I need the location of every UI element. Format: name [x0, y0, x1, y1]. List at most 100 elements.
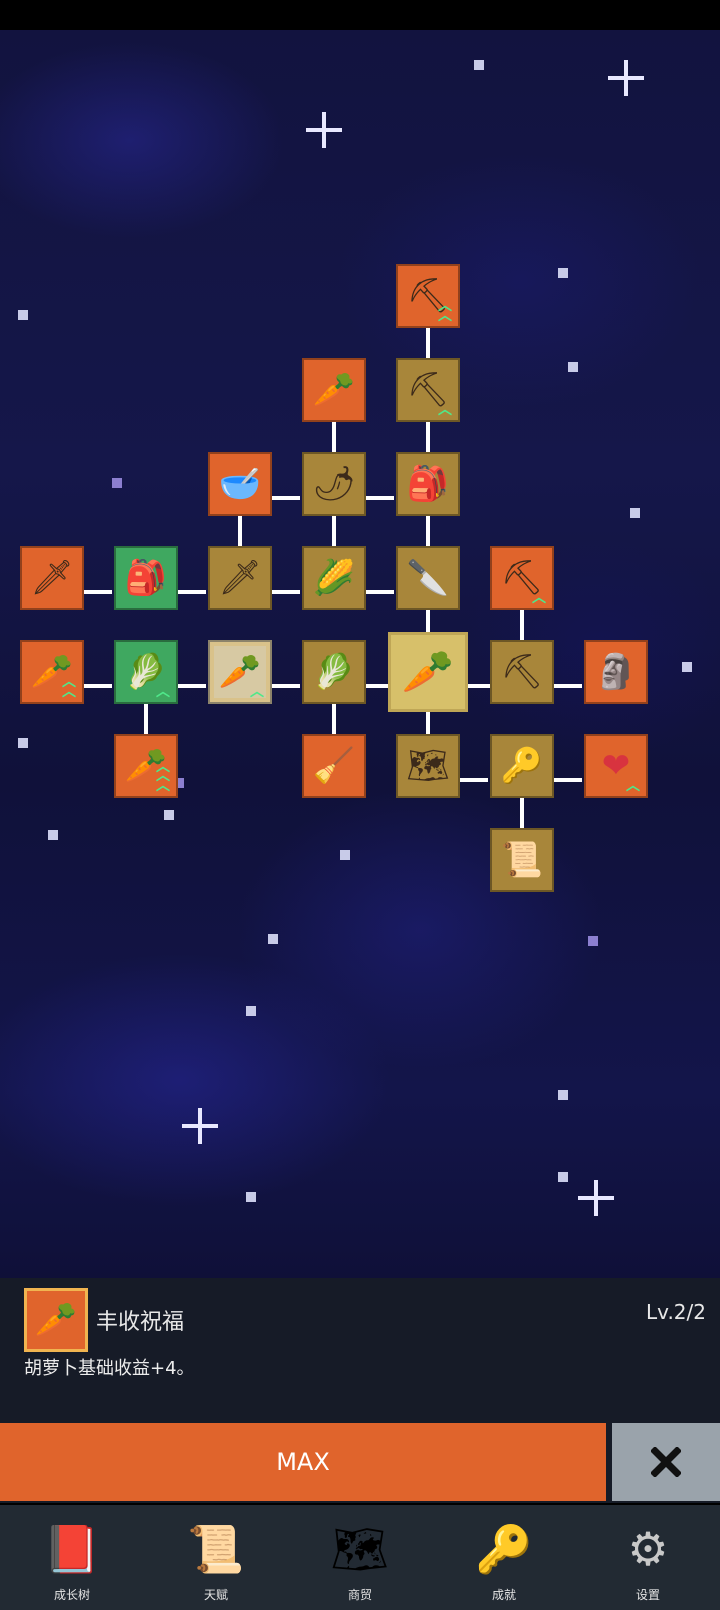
- star: [630, 508, 640, 518]
- connector: [238, 516, 242, 546]
- connector: [552, 778, 582, 782]
- upgrade-indicator: ︿: [250, 684, 264, 701]
- max-button[interactable]: MAX: [0, 1423, 606, 1501]
- connector: [270, 496, 300, 500]
- close-button[interactable]: [612, 1423, 720, 1501]
- bowl-icon: 🥣: [218, 464, 262, 504]
- skill-node-carrot-selected[interactable]: 🥕: [388, 632, 468, 712]
- skill-info-panel: 🥕 丰收祝福 Lv.2/2 胡萝卜基础收益+4。: [0, 1278, 720, 1423]
- star: [246, 1192, 256, 1202]
- connector: [426, 422, 430, 452]
- sword-icon: 🗡: [30, 558, 74, 598]
- connector: [364, 590, 394, 594]
- nav-label: 成长树: [53, 1588, 90, 1602]
- nav-item-achievements[interactable]: 🔑 成就: [432, 1505, 576, 1610]
- action-bar: MAX: [0, 1423, 720, 1503]
- upgrade-indicator: ︿: [532, 590, 546, 607]
- book-icon: 📕: [43, 1521, 101, 1576]
- skill-node-map[interactable]: 🗺: [396, 734, 460, 798]
- nav-item-settings[interactable]: ⚙ 设置: [576, 1505, 720, 1610]
- skill-node-heart[interactable]: ❤ ︿: [584, 734, 648, 798]
- carrot-icon: 🥕: [34, 1300, 78, 1340]
- star: [558, 268, 568, 278]
- skill-tree-canvas[interactable]: ⛏ ︿ ︿ ⛏ ︿ 🥕 🥣 🌶 🎒 🗡 🎒 🗡 🌽 🔪 ⛏ ︿ 🥕 ︿ ︿ 🥬 ︿ 🥕 ︿ 🥬 …: [0, 30, 720, 1280]
- skill-node-bowl[interactable]: 🥣: [208, 452, 272, 516]
- bottom-navigation: 📕 成长树 📜 天赋 🗺 商贸 🔑 成就 ⚙ 设置: [0, 1505, 720, 1610]
- skill-node-shovel[interactable]: ⛏ ︿: [396, 358, 460, 422]
- skill-node-radish[interactable]: 🥕: [302, 358, 366, 422]
- connector: [426, 516, 430, 546]
- nav-item-growth-tree[interactable]: 📕 成长树: [0, 1505, 144, 1610]
- skill-node-chili[interactable]: 🌶: [302, 452, 366, 516]
- status-bar: [0, 0, 720, 30]
- skill-node-key[interactable]: 🔑: [490, 734, 554, 798]
- knife-icon: 🔪: [406, 558, 450, 598]
- skill-node-statue[interactable]: 🗿: [584, 640, 648, 704]
- close-icon: [651, 1447, 681, 1477]
- nav-item-talent[interactable]: 📜 天赋: [144, 1505, 288, 1610]
- backpack-icon: 🎒: [124, 558, 168, 598]
- connector: [364, 684, 388, 688]
- connector: [552, 684, 582, 688]
- connector: [176, 590, 206, 594]
- skill-node-pickaxe[interactable]: ⛏: [490, 640, 554, 704]
- skill-name: 丰收祝福: [96, 1310, 185, 1335]
- skill-node-sword[interactable]: 🗡: [208, 546, 272, 610]
- connector: [364, 496, 394, 500]
- star: [474, 60, 484, 70]
- star: [112, 478, 122, 488]
- star: [246, 1006, 256, 1016]
- upgrade-indicator: ︿ ︿: [438, 298, 452, 325]
- map-icon: 🗺: [330, 1521, 390, 1576]
- connector: [176, 684, 206, 688]
- star: [558, 1090, 568, 1100]
- connector: [332, 704, 336, 734]
- star: [340, 850, 350, 860]
- upgrade-indicator: ︿ ︿: [62, 674, 76, 701]
- nav-item-trade[interactable]: 🗺 商贸: [288, 1505, 432, 1610]
- connector: [332, 516, 336, 546]
- scroll-icon: 📜: [500, 840, 544, 880]
- map-icon: 🗺: [406, 746, 450, 786]
- sparkle-star: [608, 60, 644, 96]
- sparkle-star: [306, 112, 342, 148]
- selected-skill-icon: 🥕: [24, 1288, 88, 1352]
- skill-node-carrot-bottom[interactable]: 🥕 ︿ ︿ ︿: [114, 734, 178, 798]
- statue-icon: 🗿: [594, 652, 638, 692]
- nav-label: 商贸: [347, 1588, 372, 1602]
- star: [48, 830, 58, 840]
- star: [18, 310, 28, 320]
- key-icon: 🔑: [500, 746, 544, 786]
- sword-icon: 🗡: [218, 558, 262, 598]
- skill-level: Lv.2/2: [646, 1300, 706, 1324]
- skill-node-cabbage-left[interactable]: 🥬 ︿: [114, 640, 178, 704]
- carrot-icon: 🥕: [401, 647, 455, 696]
- upgrade-indicator: ︿: [156, 684, 170, 701]
- nav-label: 成就: [491, 1588, 516, 1602]
- skill-node-backpack-left[interactable]: 🎒: [114, 546, 178, 610]
- backpack-icon: 🎒: [406, 464, 450, 504]
- connector: [426, 710, 430, 734]
- star: [164, 810, 174, 820]
- sparkle-star: [578, 1180, 614, 1216]
- key-icon: 🔑: [475, 1521, 533, 1576]
- skill-node-pickaxe-top[interactable]: ⛏ ︿: [490, 546, 554, 610]
- skill-node-backpack-top[interactable]: 🎒: [396, 452, 460, 516]
- skill-node-corn[interactable]: 🌽: [302, 546, 366, 610]
- skill-node-sword-left[interactable]: 🗡: [20, 546, 84, 610]
- skill-node-scroll[interactable]: 📜: [490, 828, 554, 892]
- star: [682, 662, 692, 672]
- broom-icon: 🧹: [312, 746, 356, 786]
- skill-description: 胡萝卜基础收益+4。: [24, 1358, 195, 1379]
- skill-node-cabbage[interactable]: 🥬: [302, 640, 366, 704]
- scroll-icon: 📜: [187, 1521, 245, 1576]
- connector: [82, 590, 112, 594]
- radish-icon: 🥕: [312, 370, 356, 410]
- skill-node-shovel-top[interactable]: ⛏ ︿ ︿: [396, 264, 460, 328]
- skill-node-broom[interactable]: 🧹: [302, 734, 366, 798]
- skill-node-carrot-maxed[interactable]: 🥕 ︿: [208, 640, 272, 704]
- skill-node-carrot-left[interactable]: 🥕 ︿ ︿: [20, 640, 84, 704]
- connector: [270, 684, 300, 688]
- connector: [520, 798, 524, 828]
- skill-node-knife[interactable]: 🔪: [396, 546, 460, 610]
